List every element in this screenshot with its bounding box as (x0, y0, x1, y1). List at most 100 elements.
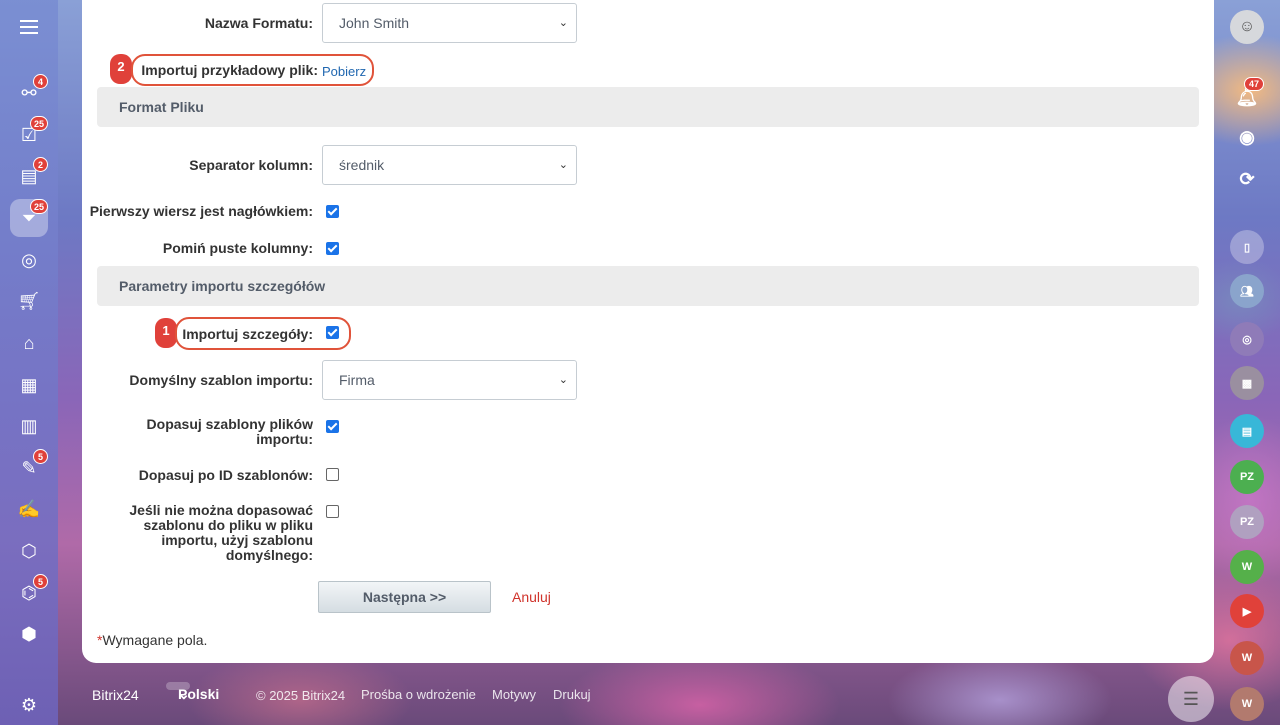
format-name-value: John Smith (339, 15, 410, 31)
required-fields-note: *Wymagane pola. (97, 632, 207, 648)
download-sample-link[interactable]: Pobierz (322, 64, 366, 79)
skip-empty-checkbox[interactable] (326, 242, 339, 255)
footer-copyright: © 2025 Bitrix24 (256, 688, 346, 703)
sidebar-item-analytics[interactable]: ▥ (10, 407, 48, 445)
format-name-label: Nazwa Formatu: (204, 15, 313, 31)
sidebar-item-calendar[interactable]: ▦ (10, 366, 48, 404)
footer-brand[interactable]: Bitrix24 (92, 687, 139, 703)
menu-icon[interactable] (10, 8, 48, 46)
sidebar-item-hub[interactable]: ⬡ (10, 532, 48, 570)
footer-link-themes[interactable]: Motywy (492, 687, 536, 702)
fallback-label-line4: domyślnego: (225, 547, 313, 563)
chevron-down-icon: ⌄ (558, 17, 568, 29)
footer-link-print[interactable]: Drukuj (553, 687, 591, 702)
pin-icon: ▯ (1243, 241, 1251, 254)
skip-empty-label: Pomiń puste kolumny: (162, 240, 313, 256)
required-note-text: Wymagane pola. (102, 632, 208, 648)
badge: 5 (33, 574, 48, 589)
camera-icon: ▶ (1242, 605, 1252, 618)
group-icon: 👥︎ (1240, 285, 1254, 298)
badge: 25 (29, 199, 48, 214)
match-templates-checkbox[interactable] (326, 420, 339, 433)
first-row-header-checkbox[interactable] (326, 205, 339, 218)
target-icon: ◎ (1242, 333, 1252, 346)
badge: 5 (33, 449, 48, 464)
chat-avatar[interactable]: ▤ (1230, 414, 1264, 448)
chat-switch-button[interactable]: ⟳ (1230, 162, 1264, 196)
column-separator-select[interactable]: średnik ⌄ (322, 145, 577, 185)
sidebar-item-flows[interactable]: ⚯ 4 (10, 74, 48, 112)
fallback-checkbox[interactable] (326, 505, 339, 518)
match-by-id-label: Dopasuj po ID szablonów: (138, 467, 313, 483)
sidebar-item-market[interactable]: ⬢ (10, 615, 48, 653)
gear-icon: ⚙ (20, 694, 38, 715)
sample-file-label: Importuj przykładowy plik: (141, 62, 318, 78)
column-separator-label: Separator kolumn: (189, 157, 313, 173)
sidebar-item-crm[interactable]: ⏷ 25 (10, 199, 48, 237)
format-name-select[interactable]: John Smith ⌄ (322, 3, 577, 43)
callout-number-1: 1 (155, 318, 177, 348)
sidebar-item-settings[interactable]: ⚙ (10, 686, 48, 724)
sidebar-item-warehouse[interactable]: ⌂ (10, 324, 48, 362)
chevron-down-icon: ⌄ (558, 159, 568, 171)
group-avatar[interactable]: 👥︎ (1230, 274, 1264, 308)
fallback-label-line2: szablonu do pliku w pliku (143, 517, 313, 533)
contact-avatar[interactable]: W (1230, 550, 1264, 584)
photo-icon: ▩ (1241, 377, 1253, 390)
match-templates-label-line1: Dopasuj szablony plików (146, 416, 313, 432)
match-by-id-checkbox[interactable] (326, 468, 339, 481)
next-button[interactable]: Następna >> (318, 581, 491, 613)
cart-icon: 🛒︎ (17, 290, 41, 311)
chat-icon: ⟳ (1239, 168, 1255, 189)
language-selector[interactable]: Polski ⌄ (166, 682, 219, 702)
fallback-label-line1: Jeśli nie można dopasować (129, 502, 313, 518)
sidebar-item-contacts[interactable]: ▤ 2 (10, 157, 48, 195)
badge: 25 (29, 116, 48, 131)
import-details-label: Importuj szczegóły: (182, 326, 313, 342)
photo-avatar[interactable]: ▩ (1230, 366, 1264, 400)
sidebar-item-tasks[interactable]: ☑ 25 (10, 116, 48, 154)
hexagon-icon: ⬡ (21, 540, 37, 561)
match-templates-label: Dopasuj szablony plików importu: (147, 417, 313, 447)
notifications-badge: 47 (1244, 77, 1265, 91)
default-template-select[interactable]: Firma ⌄ (322, 360, 577, 400)
video-call-button[interactable]: ▶ (1230, 594, 1264, 628)
chevron-down-icon: ⌄ (558, 374, 568, 386)
pen-icon: ✍ (17, 498, 41, 519)
fallback-label: Jeśli nie można dopasować szablonu do pl… (129, 503, 313, 563)
import-form-panel: Nazwa Formatu: John Smith ⌄ 2 Importuj p… (82, 0, 1214, 663)
target-icon: ◎ (21, 249, 37, 270)
import-details-checkbox[interactable] (326, 326, 339, 339)
footer-link-implementation[interactable]: Prośba o wdrożenie (361, 687, 476, 702)
warehouse-icon: ⌂ (23, 332, 35, 353)
sidebar-item-sign[interactable]: ✍ (10, 490, 48, 528)
section-details: Parametry importu szczegółów (97, 266, 1199, 306)
section-file-format: Format Pliku (97, 87, 1199, 127)
channel-avatar[interactable]: ◎ (1230, 322, 1264, 356)
fallback-label-line3: importu, użyj szablonu (161, 532, 313, 548)
copilot-icon: ◉ (1239, 126, 1255, 147)
copilot-button[interactable]: ◉ (1230, 120, 1264, 154)
contact-avatar[interactable]: W (1230, 641, 1264, 675)
sidebar-item-bot[interactable]: ⌬ 5 (10, 574, 48, 612)
user-avatar[interactable]: ☺ (1230, 10, 1264, 44)
quick-menu-button[interactable]: ☰ (1168, 676, 1214, 722)
box-icon: ⬢ (21, 623, 37, 644)
sidebar-item-shop[interactable]: 🛒︎ (10, 282, 48, 320)
list-icon: ☰ (1182, 688, 1200, 709)
right-sidebar: ☺ 🔔︎ 47 ◉ ⟳ ▯ 👥︎ ◎ ▩ ▤ PZ PZ W ▶ W W (1214, 0, 1280, 725)
cancel-link[interactable]: Anuluj (512, 589, 551, 605)
badge: 2 (33, 157, 48, 172)
calendar-icon: ▦ (20, 374, 38, 395)
contact-avatar[interactable]: ▯ (1230, 230, 1264, 264)
callout-number-2: 2 (110, 54, 132, 84)
contact-avatar[interactable]: PZ (1230, 460, 1264, 494)
chevron-down-icon: ⌄ (178, 686, 190, 702)
contact-avatar[interactable]: W (1230, 687, 1264, 721)
badge: 4 (33, 74, 48, 89)
contact-avatar[interactable]: PZ (1230, 505, 1264, 539)
sidebar-item-goals[interactable]: ◎ (10, 241, 48, 279)
sidebar-item-documents[interactable]: ✎ 5 (10, 449, 48, 487)
bar-chart-icon: ▥ (20, 415, 38, 436)
first-row-header-label: Pierwszy wiersz jest nagłówkiem: (89, 203, 313, 219)
